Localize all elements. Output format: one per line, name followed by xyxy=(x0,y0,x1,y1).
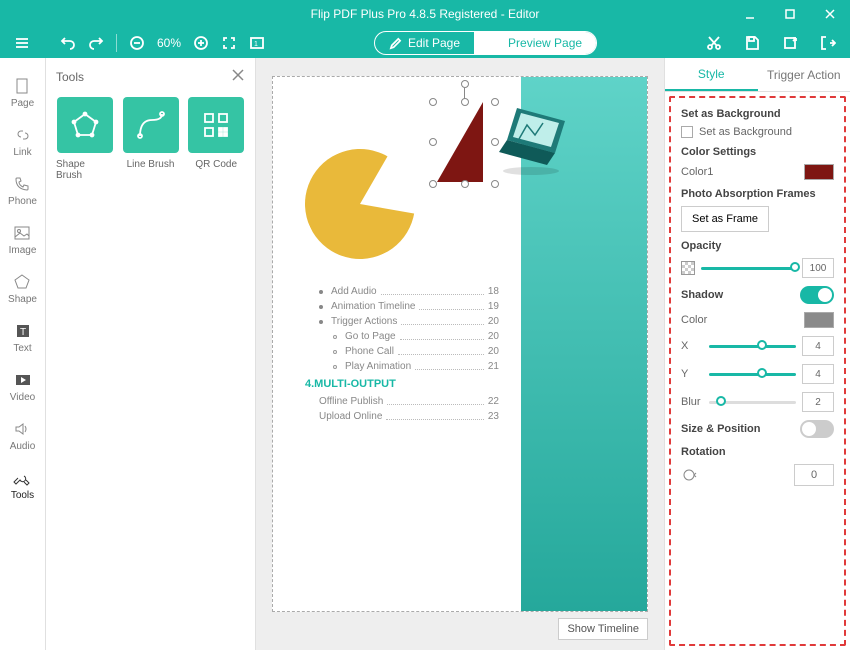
section-heading: 4.MULTI-OUTPUT xyxy=(305,378,499,390)
maximize-button[interactable] xyxy=(770,0,810,28)
rail-tools[interactable]: Tools xyxy=(11,468,34,501)
menu-button[interactable] xyxy=(10,31,34,55)
image-icon xyxy=(12,223,32,243)
resize-handle[interactable] xyxy=(491,180,499,188)
undo-button[interactable] xyxy=(56,31,80,55)
tool-line-brush[interactable]: Line Brush xyxy=(122,97,180,181)
color1-swatch[interactable] xyxy=(804,164,834,180)
shape-brush-icon xyxy=(70,110,100,140)
rotate-handle[interactable] xyxy=(461,80,469,88)
rotation-icon xyxy=(681,467,697,483)
rail-text[interactable]: TText xyxy=(13,321,33,354)
shape-icon xyxy=(12,272,32,292)
shadow-toggle[interactable] xyxy=(800,286,834,304)
save-button[interactable] xyxy=(740,31,764,55)
zoom-value[interactable]: 60% xyxy=(153,36,185,50)
shadow-x-slider[interactable] xyxy=(709,345,796,348)
export-button[interactable] xyxy=(778,31,802,55)
show-timeline-button[interactable]: Show Timeline xyxy=(558,618,648,640)
close-button[interactable] xyxy=(810,0,850,28)
zoom-out-button[interactable] xyxy=(125,31,149,55)
cut-button[interactable] xyxy=(702,31,726,55)
resize-handle[interactable] xyxy=(429,180,437,188)
toc-list: Add Audio18 Animation Timeline19 Trigger… xyxy=(305,286,499,422)
phone-icon xyxy=(12,174,32,194)
shadow-x-value[interactable]: 4 xyxy=(802,336,834,356)
text-icon: T xyxy=(13,321,33,341)
fullscreen-button[interactable] xyxy=(217,31,241,55)
zoom-in-button[interactable] xyxy=(189,31,213,55)
edit-page-button[interactable]: Edit Page xyxy=(375,32,475,54)
audio-icon xyxy=(12,419,32,439)
section-shadow: Shadow xyxy=(681,289,723,301)
properties-panel: Style Trigger Action Set as Background S… xyxy=(664,58,850,650)
tab-trigger-action[interactable]: Trigger Action xyxy=(758,58,850,91)
resize-handle[interactable] xyxy=(461,98,469,106)
title-bar: Flip PDF Plus Pro 4.8.5 Registered - Edi… xyxy=(0,0,850,28)
page-icon xyxy=(12,76,32,96)
tool-qr-code[interactable]: QR Code xyxy=(187,97,245,181)
shadow-y-slider[interactable] xyxy=(709,373,796,376)
resize-handle[interactable] xyxy=(429,98,437,106)
rotation-value[interactable]: 0 xyxy=(794,464,834,486)
qr-code-icon xyxy=(201,110,231,140)
tools-title: Tools xyxy=(56,70,84,84)
section-set-background: Set as Background xyxy=(681,108,834,120)
shadow-color-swatch[interactable] xyxy=(804,312,834,328)
main-toolbar: 60% 1 Edit Page Preview Page xyxy=(0,28,850,58)
canvas-area: Add Audio18 Animation Timeline19 Trigger… xyxy=(256,58,664,650)
section-color-settings: Color Settings xyxy=(681,146,834,158)
laptop-graphic xyxy=(491,97,581,177)
close-panel-button[interactable] xyxy=(231,68,245,85)
shadow-blur-value[interactable]: 2 xyxy=(802,392,834,412)
section-rotation: Rotation xyxy=(681,446,834,458)
rail-link[interactable]: Link xyxy=(13,125,33,158)
transparency-icon xyxy=(681,261,695,275)
selected-triangle-shape[interactable] xyxy=(433,92,499,192)
resize-handle[interactable] xyxy=(461,180,469,188)
page-canvas[interactable]: Add Audio18 Animation Timeline19 Trigger… xyxy=(272,76,648,612)
set-as-frame-button[interactable]: Set as Frame xyxy=(681,206,769,232)
tools-icon xyxy=(12,468,32,488)
app-title: Flip PDF Plus Pro 4.8.5 Registered - Edi… xyxy=(311,7,540,21)
link-icon xyxy=(13,125,33,145)
svg-text:1: 1 xyxy=(254,41,258,48)
resize-handle[interactable] xyxy=(429,138,437,146)
section-photo-frames: Photo Absorption Frames xyxy=(681,188,834,200)
minimize-button[interactable] xyxy=(730,0,770,28)
rail-phone[interactable]: Phone xyxy=(8,174,37,207)
size-position-toggle[interactable] xyxy=(800,420,834,438)
rail-audio[interactable]: Audio xyxy=(10,419,36,452)
tab-style[interactable]: Style xyxy=(665,58,758,91)
page-number-button[interactable]: 1 xyxy=(245,31,269,55)
set-background-checkbox[interactable]: Set as Background xyxy=(681,126,792,138)
tools-panel: Tools Shape Brush Line Brush QR Code xyxy=(46,58,256,650)
shape-pacman[interactable] xyxy=(287,131,433,277)
shadow-blur-slider[interactable] xyxy=(709,401,796,404)
video-icon xyxy=(13,370,33,390)
preview-page-button[interactable]: Preview Page xyxy=(475,32,596,54)
exit-button[interactable] xyxy=(816,31,840,55)
svg-text:T: T xyxy=(20,327,26,338)
section-size-position: Size & Position xyxy=(681,423,760,435)
rail-image[interactable]: Image xyxy=(9,223,37,256)
rail-video[interactable]: Video xyxy=(10,370,35,403)
rail-shape[interactable]: Shape xyxy=(8,272,37,305)
section-opacity: Opacity xyxy=(681,240,834,252)
rail-page[interactable]: Page xyxy=(11,76,34,109)
opacity-slider[interactable] xyxy=(701,267,796,270)
shadow-y-value[interactable]: 4 xyxy=(802,364,834,384)
left-rail: Page Link Phone Image Shape TText Video … xyxy=(0,58,46,650)
line-brush-icon xyxy=(136,110,166,140)
mode-switch: Edit Page Preview Page xyxy=(374,31,597,55)
redo-button[interactable] xyxy=(84,31,108,55)
tool-shape-brush[interactable]: Shape Brush xyxy=(56,97,114,181)
opacity-value[interactable]: 100 xyxy=(802,258,834,278)
